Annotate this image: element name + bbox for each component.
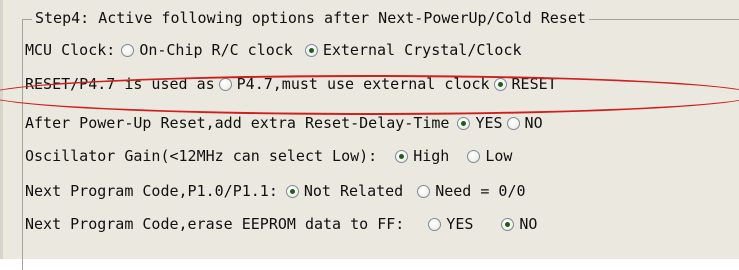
radio-selected-icon[interactable]: [501, 217, 515, 231]
radio-selected-icon[interactable]: [493, 77, 507, 91]
reset-p47-reset-label: RESET: [511, 75, 557, 93]
reset-p47-row: RESET/P4.7 is used as P4.7,must use exte…: [25, 73, 557, 95]
radio-selected-icon[interactable]: [285, 184, 299, 198]
reset-delay-label: After Power-Up Reset,add extra Reset-Del…: [25, 114, 450, 132]
erase-eeprom-yes-label: YES: [446, 215, 474, 233]
erase-eeprom-no-option[interactable]: NO: [497, 213, 537, 235]
erase-eeprom-row: Next Program Code,erase EEPROM data to F…: [25, 213, 537, 235]
mcu-clock-external-option[interactable]: External Crystal/Clock: [301, 39, 522, 61]
p10-p11-not-related-label: Not Related: [303, 182, 404, 200]
radio-unselected-icon[interactable]: [417, 184, 431, 198]
reset-delay-row: After Power-Up Reset,add extra Reset-Del…: [25, 112, 543, 134]
reset-p47-p47-label: P4.7,must use external clock: [236, 75, 490, 93]
panel-left-edge: [0, 0, 3, 259]
options-panel: Step4: Active following options after Ne…: [0, 0, 739, 270]
erase-eeprom-no-label: NO: [519, 215, 538, 233]
radio-unselected-icon[interactable]: [121, 43, 135, 57]
radio-selected-icon[interactable]: [395, 149, 409, 163]
p10-p11-row: Next Program Code,P1.0/P1.1: Not Related…: [25, 180, 526, 202]
radio-selected-icon[interactable]: [304, 43, 318, 57]
reset-p47-label: RESET/P4.7 is used as: [25, 75, 215, 93]
erase-eeprom-yes-option[interactable]: YES: [424, 213, 473, 235]
oscillator-gain-high-label: High: [413, 147, 450, 165]
radio-selected-icon[interactable]: [457, 116, 471, 130]
reset-delay-yes-option[interactable]: YES: [453, 112, 503, 134]
radio-unselected-icon[interactable]: [506, 116, 520, 130]
radio-unselected-icon[interactable]: [218, 77, 232, 91]
oscillator-gain-row: Oscillator Gain(<12MHz can select Low): …: [25, 145, 512, 167]
radio-unselected-icon[interactable]: [467, 149, 481, 163]
p10-p11-label: Next Program Code,P1.0/P1.1:: [25, 182, 278, 200]
radio-unselected-icon[interactable]: [428, 217, 442, 231]
mcu-clock-onchip-label: On-Chip R/C clock: [139, 41, 293, 59]
reset-p47-reset-option[interactable]: RESET: [490, 73, 557, 95]
reset-delay-no-label: NO: [524, 114, 543, 132]
step4-groupbox-title: Step4: Active following options after Ne…: [32, 7, 589, 29]
p10-p11-need-option[interactable]: Need = 0/0: [413, 180, 526, 202]
reset-p47-p47-option[interactable]: P4.7,must use external clock: [215, 73, 490, 95]
mcu-clock-external-label: External Crystal/Clock: [322, 41, 522, 59]
oscillator-gain-low-label: Low: [485, 147, 513, 165]
mcu-clock-label: MCU Clock:: [25, 41, 116, 59]
p10-p11-not-related-option[interactable]: Not Related: [282, 180, 403, 202]
reset-delay-no-option[interactable]: NO: [503, 112, 543, 134]
p10-p11-need-label: Need = 0/0: [435, 182, 526, 200]
oscillator-gain-label: Oscillator Gain(<12MHz can select Low):: [25, 147, 378, 165]
reset-delay-yes-label: YES: [475, 114, 503, 132]
oscillator-gain-low-option[interactable]: Low: [463, 145, 512, 167]
mcu-clock-row: MCU Clock: On-Chip R/C clock External Cr…: [25, 39, 522, 61]
erase-eeprom-label: Next Program Code,erase EEPROM data to F…: [25, 215, 405, 233]
oscillator-gain-high-option[interactable]: High: [391, 145, 449, 167]
mcu-clock-onchip-option[interactable]: On-Chip R/C clock: [117, 39, 293, 61]
